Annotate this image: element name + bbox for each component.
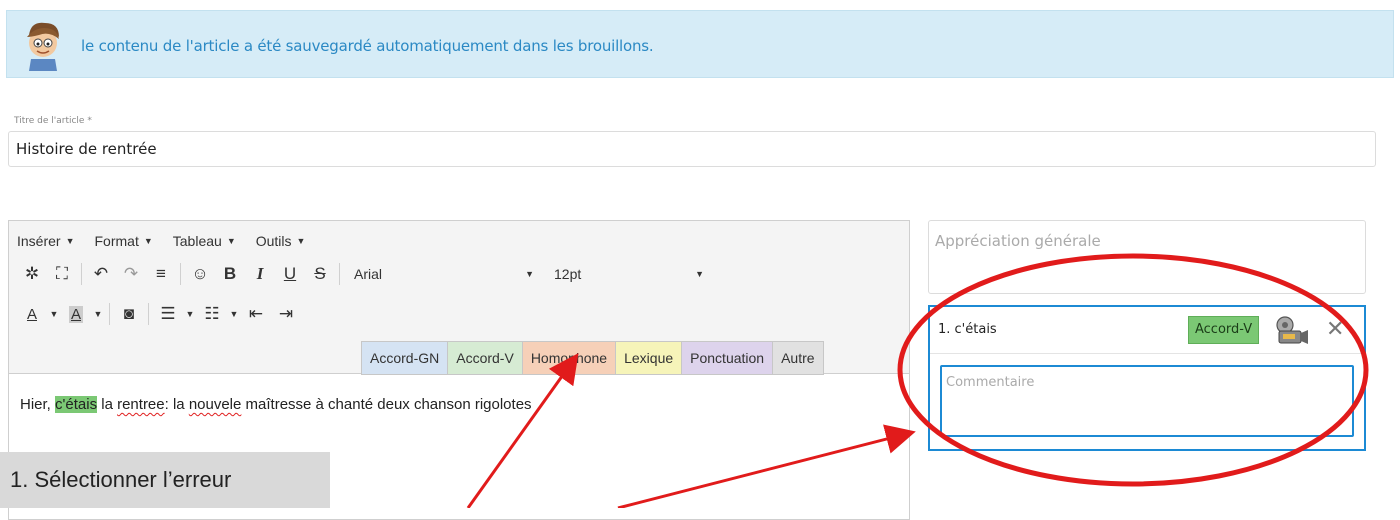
category-ponctuation[interactable]: Ponctuation [681, 341, 774, 375]
editor-menubar: Insérer ▼ Format ▼ Tableau ▼ Outils ▼ [17, 233, 305, 249]
annotation-card: 1. c'étais Accord-V ✕ Commentaire [928, 305, 1366, 451]
appreciation-placeholder: Appréciation générale [935, 232, 1101, 250]
chevron-down-icon: ▼ [226, 236, 236, 246]
annotation-header: 1. c'étais Accord-V ✕ [930, 307, 1364, 354]
chevron-down-icon: ▼ [525, 269, 534, 279]
indent-icon[interactable]: ⇥ [271, 301, 301, 327]
appreciation-textarea[interactable]: Appréciation générale [928, 220, 1366, 294]
title-label: Titre de l'article * [14, 116, 92, 126]
underline-icon[interactable]: U [275, 261, 305, 287]
bullet-list-icon[interactable]: ☰ [153, 301, 183, 327]
chevron-down-icon[interactable]: ▼ [47, 301, 61, 327]
toolbar-row-1: ✲ ⛶ ↶ ↷ ≡ ☺ B I U S Arial ▼ 12pt ▼ [17, 261, 714, 287]
chevron-down-icon[interactable]: ▼ [227, 301, 241, 327]
comment-textarea[interactable]: Commentaire [940, 365, 1354, 437]
chevron-down-icon[interactable]: ▼ [183, 301, 197, 327]
editor-toolbar: Insérer ▼ Format ▼ Tableau ▼ Outils ▼ ✲ ⛶ ↶ … [9, 221, 909, 375]
chevron-down-icon: ▼ [65, 236, 75, 246]
error-category-bar: Accord-GN Accord-V Homophone Lexique Pon… [361, 341, 824, 375]
undo-icon[interactable]: ↶ [86, 261, 116, 287]
video-camera-icon[interactable] [1273, 315, 1309, 345]
chevron-down-icon: ▼ [143, 236, 153, 246]
italic-icon[interactable]: I [245, 261, 275, 287]
font-size-select[interactable]: 12pt ▼ [544, 261, 714, 287]
category-accord-v[interactable]: Accord-V [447, 341, 523, 375]
misspelled-word[interactable]: nouvele [189, 396, 242, 413]
category-homophone[interactable]: Homophone [521, 341, 617, 375]
outdent-icon[interactable]: ⇤ [241, 301, 271, 327]
category-accord-gn[interactable]: Accord-GN [361, 341, 449, 375]
comment-placeholder: Commentaire [946, 375, 1035, 390]
text-color-icon[interactable]: A [17, 301, 47, 327]
annotation-category-badge[interactable]: Accord-V [1188, 316, 1260, 344]
annotation-title: 1. c'étais [938, 322, 997, 337]
strikethrough-icon[interactable]: S [305, 261, 335, 287]
autosave-message: le contenu de l'article a été sauvegardé… [81, 37, 654, 55]
selected-error-word[interactable]: c'étais [55, 396, 98, 413]
misspelled-word[interactable]: rentree [117, 396, 165, 413]
align-icon[interactable]: ≡ [146, 261, 176, 287]
menu-outils[interactable]: Outils ▼ [256, 233, 306, 249]
redo-icon[interactable]: ↷ [116, 261, 146, 287]
autosave-alert: le contenu de l'article a été sauvegardé… [6, 10, 1394, 78]
toolbar-row-2: A ▼ A ▼ ◙ ☰ ▼ ☷ ▼ ⇤ ⇥ [17, 301, 301, 327]
menu-inserer[interactable]: Insérer ▼ [17, 233, 75, 249]
image-icon[interactable]: ◙ [114, 301, 144, 327]
chevron-down-icon[interactable]: ▼ [91, 301, 105, 327]
chevron-down-icon: ▼ [296, 236, 306, 246]
menu-format[interactable]: Format ▼ [95, 233, 153, 249]
boy-avatar-icon [27, 22, 59, 71]
emoji-icon[interactable]: ☺ [185, 261, 215, 287]
instruction-caption: 1. Sélectionner l’erreur [0, 452, 330, 508]
editor-content[interactable]: Hier, c'étais la rentree: la nouvele maî… [20, 396, 532, 413]
background-color-icon[interactable]: A [61, 301, 91, 327]
category-lexique[interactable]: Lexique [615, 341, 683, 375]
close-icon[interactable]: ✕ [1326, 316, 1344, 342]
numbered-list-icon[interactable]: ☷ [197, 301, 227, 327]
fullscreen-icon[interactable]: ⛶ [47, 261, 77, 287]
article-title-input[interactable]: Histoire de rentrée [8, 131, 1376, 167]
chevron-down-icon: ▼ [695, 269, 704, 279]
gear-icon[interactable]: ✲ [17, 261, 47, 287]
category-autre[interactable]: Autre [772, 341, 824, 375]
font-family-select[interactable]: Arial ▼ [344, 261, 544, 287]
bold-icon[interactable]: B [215, 261, 245, 287]
menu-tableau[interactable]: Tableau ▼ [173, 233, 236, 249]
